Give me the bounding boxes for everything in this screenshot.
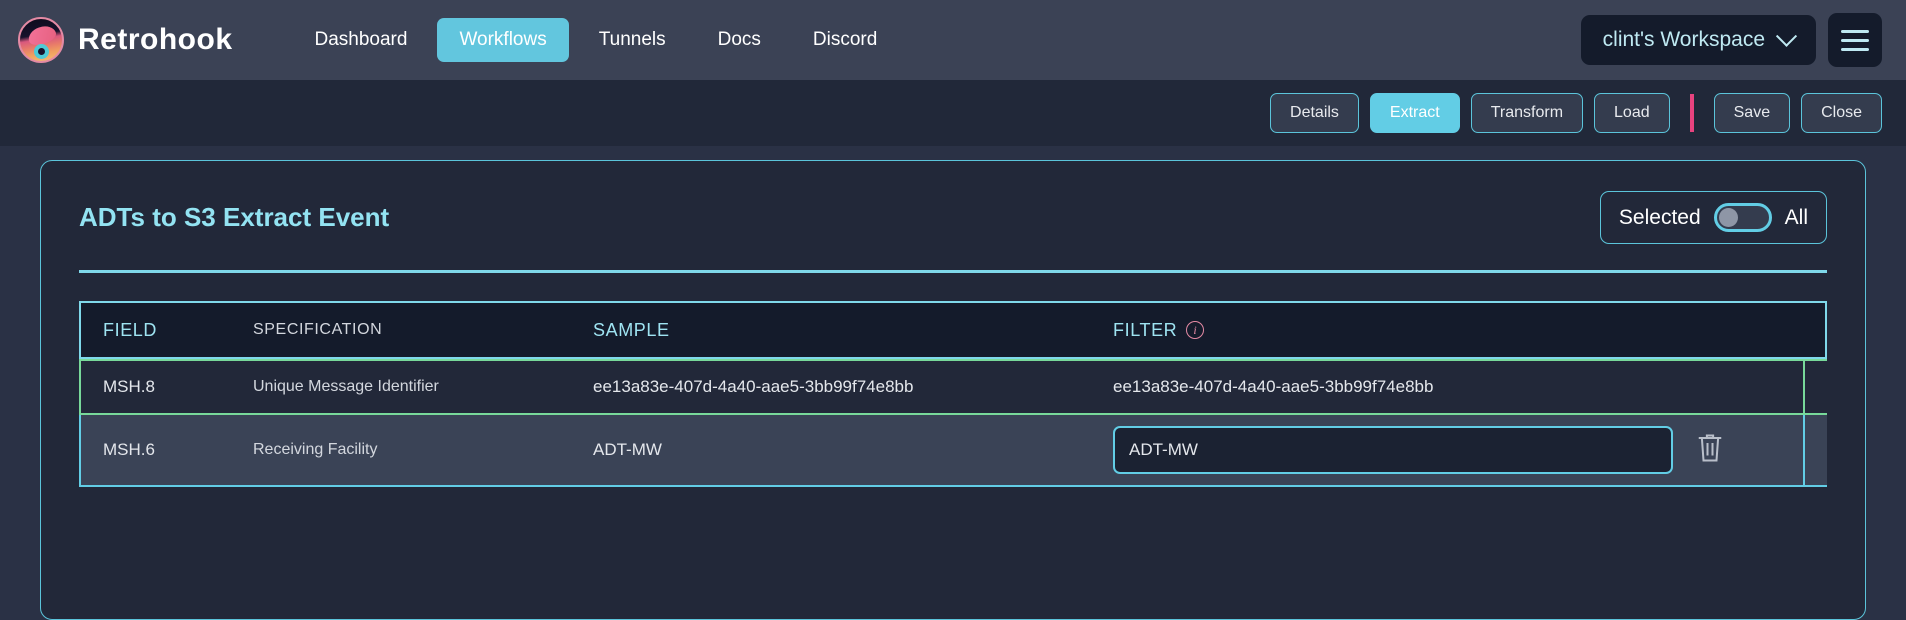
toolbar-separator: [1689, 94, 1694, 132]
cell-specification: Unique Message Identifier: [253, 378, 439, 395]
filter-input[interactable]: [1113, 426, 1673, 474]
cell-sample: ee13a83e-407d-4a40-aae5-3bb99f74e8bb: [593, 377, 914, 396]
column-header-filter: FILTER i: [1113, 320, 1803, 341]
extract-event-card: ADTs to S3 Extract Event Selected All FI…: [40, 160, 1866, 620]
stage-toolbar: Details Extract Transform Load Save Clos…: [0, 80, 1906, 146]
cell-specification: Receiving Facility: [253, 441, 378, 458]
nav-item-discord[interactable]: Discord: [791, 18, 899, 62]
table-row[interactable]: MSH.6 Receiving Facility ADT-MW: [79, 415, 1827, 487]
cell-sample: ADT-MW: [593, 440, 662, 459]
row-accent-edge: [1729, 415, 1805, 485]
table-header-row: FIELD SPECIFICATION SAMPLE FILTER i: [79, 301, 1827, 359]
cell-field: MSH.6: [103, 440, 155, 459]
row-accent-edge: [1729, 361, 1805, 413]
brand[interactable]: Retrohook: [18, 17, 233, 63]
column-header-sample: SAMPLE: [593, 319, 670, 340]
selected-all-toggle[interactable]: Selected All: [1599, 191, 1827, 244]
cell-field: MSH.8: [103, 377, 155, 396]
save-button[interactable]: Save: [1713, 93, 1791, 133]
tab-extract[interactable]: Extract: [1369, 93, 1460, 133]
tab-load[interactable]: Load: [1594, 93, 1670, 133]
column-header-filter-label: FILTER: [1113, 319, 1178, 340]
page-title: ADTs to S3 Extract Event: [79, 202, 390, 232]
toggle-switch[interactable]: [1713, 203, 1772, 232]
chevron-down-icon: [1775, 25, 1798, 47]
nav-item-workflows[interactable]: Workflows: [437, 18, 569, 62]
toggle-label-selected: Selected: [1618, 205, 1701, 229]
trash-icon[interactable]: [1695, 431, 1725, 470]
brand-name: Retrohook: [78, 23, 233, 56]
close-button[interactable]: Close: [1801, 93, 1882, 133]
tab-details[interactable]: Details: [1270, 93, 1359, 133]
toggle-knob: [1718, 208, 1738, 227]
workspace-selector[interactable]: clint's Workspace: [1580, 15, 1816, 65]
nav-right-group: clint's Workspace: [1580, 13, 1882, 67]
primary-nav: Dashboard Workflows Tunnels Docs Discord: [293, 18, 900, 62]
column-header-specification: SPECIFICATION: [253, 321, 383, 338]
cell-filter: [1113, 426, 1729, 474]
cell-filter: ee13a83e-407d-4a40-aae5-3bb99f74e8bb: [1113, 377, 1434, 396]
extract-fields-table: FIELD SPECIFICATION SAMPLE FILTER i MSH.…: [79, 301, 1827, 487]
nav-item-tunnels[interactable]: Tunnels: [577, 18, 688, 62]
nav-item-dashboard[interactable]: Dashboard: [293, 18, 430, 62]
toggle-label-all: All: [1784, 205, 1808, 229]
info-icon[interactable]: i: [1186, 321, 1205, 339]
workspace-label: clint's Workspace: [1602, 28, 1765, 51]
column-header-field: FIELD: [103, 319, 158, 340]
hamburger-menu-icon[interactable]: [1828, 13, 1882, 67]
retrohook-logo-icon: [18, 17, 64, 63]
nav-item-docs[interactable]: Docs: [696, 18, 783, 62]
top-navbar: Retrohook Dashboard Workflows Tunnels Do…: [0, 0, 1906, 80]
card-header: ADTs to S3 Extract Event Selected All: [79, 191, 1827, 244]
header-divider: [79, 270, 1827, 273]
tab-transform[interactable]: Transform: [1470, 93, 1584, 133]
table-row[interactable]: MSH.8 Unique Message Identifier ee13a83e…: [79, 359, 1827, 415]
main-stage: ADTs to S3 Extract Event Selected All FI…: [0, 146, 1906, 620]
